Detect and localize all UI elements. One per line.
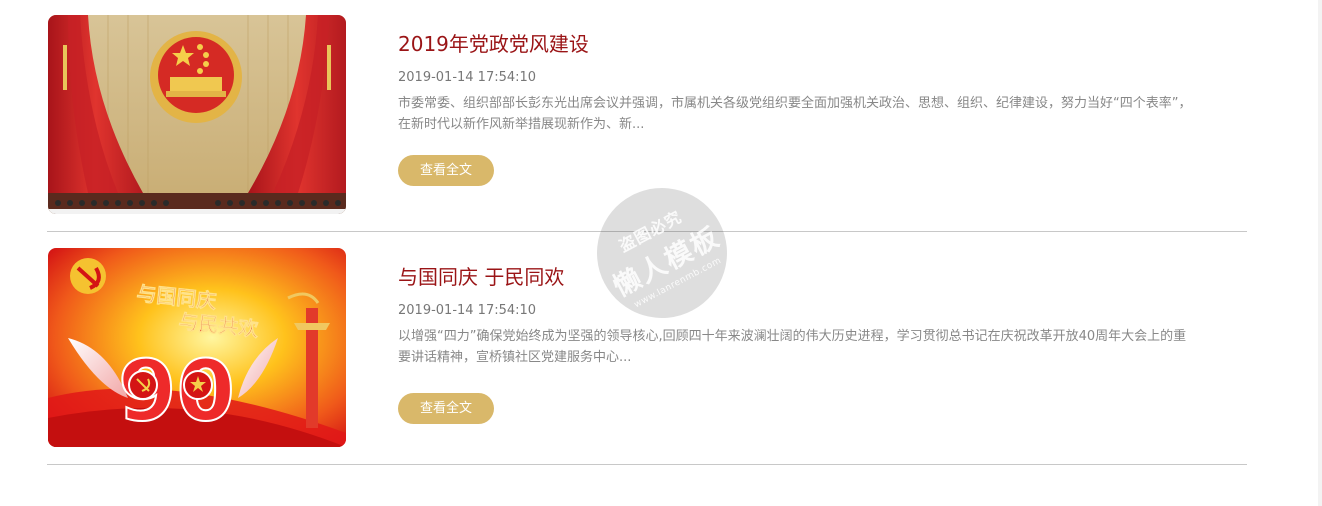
national-emblem-image — [48, 15, 346, 214]
article-content: 与国同庆 于民同欢 2019-01-14 17:54:10 以增强“四力”确保党… — [398, 263, 1198, 424]
article-date: 2019-01-14 17:54:10 — [398, 70, 537, 85]
article-title[interactable]: 2019年党政党风建设 — [398, 30, 1198, 58]
article-thumbnail[interactable]: 与国同庆 与民共欢 90 — [48, 248, 346, 447]
article-summary: 市委常委、组织部部长彭东光出席会议并强调，市属机关各级党组织要全面加强机关政治、… — [398, 96, 1192, 132]
article-summary: 以增强“四力”确保党始终成为坚强的领导核心,回顾四十年来波澜壮阔的伟大历史进程，… — [398, 329, 1187, 365]
read-more-button[interactable]: 查看全文 — [398, 393, 494, 424]
article-content: 2019年党政党风建设 2019-01-14 17:54:10 市委常委、组织部… — [398, 30, 1198, 186]
read-more-button[interactable]: 查看全文 — [398, 155, 494, 186]
article-date: 2019-01-14 17:54:10 — [398, 303, 537, 318]
article-thumbnail[interactable] — [48, 15, 346, 214]
scrollbar-track[interactable] — [1318, 0, 1322, 506]
party-anniversary-image: 与国同庆 与民共欢 90 — [48, 248, 346, 447]
article-title[interactable]: 与国同庆 于民同欢 — [398, 263, 1198, 291]
